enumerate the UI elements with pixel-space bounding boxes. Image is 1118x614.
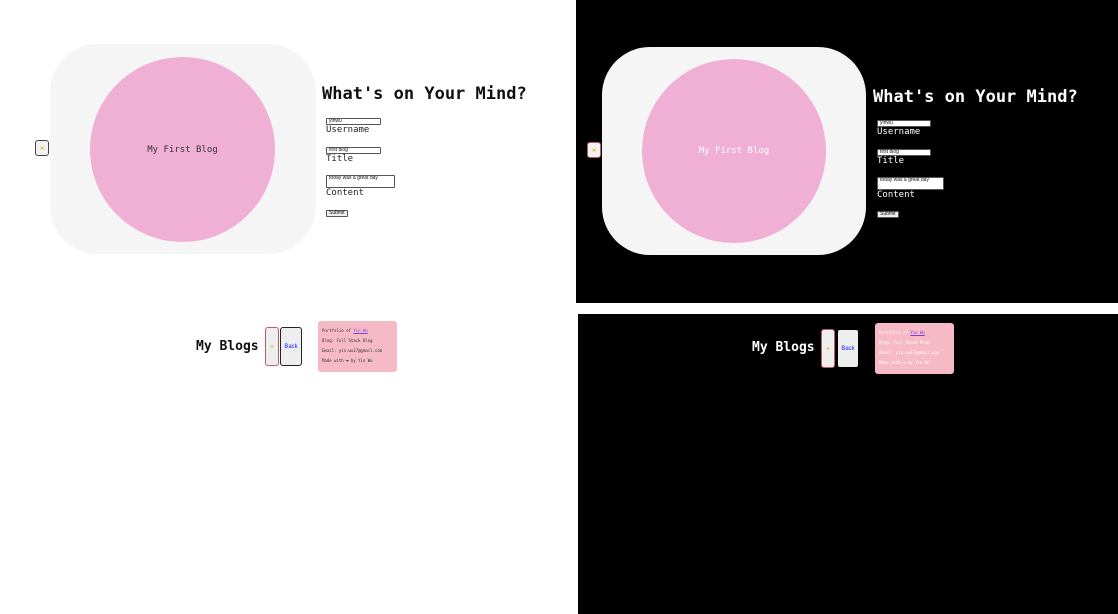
page-title: What's on Your Mind? — [873, 87, 1078, 107]
content-textarea[interactable]: today was a great day — [877, 177, 944, 190]
theme-toggle-button[interactable]: ☀ — [821, 329, 835, 368]
footer-portfolio: Portfolio of Yin Wu — [322, 326, 393, 336]
theme-toggle-button[interactable]: ☀ — [587, 142, 601, 158]
title-label: Title — [877, 156, 905, 166]
compose-panel-light: ☀ My First Blog What's on Your Mind? yih… — [0, 0, 576, 303]
sun-icon: ☀ — [269, 342, 275, 351]
blog-circle-title: My First Blog — [147, 144, 218, 155]
title-label: Title — [326, 154, 354, 164]
username-input[interactable]: yihwu — [326, 118, 381, 125]
blog-card: My First Blog — [50, 44, 316, 254]
blog-card: My First Blog — [602, 47, 866, 255]
blogs-panel-light: My Blogs ☀ Back Portfolio of Yin Wu Blog… — [0, 303, 578, 614]
theme-toggle-button[interactable]: ☀ — [35, 140, 49, 156]
username-label: Username — [326, 125, 370, 135]
title-input[interactable]: first blog — [326, 147, 381, 154]
footer-portfolio: Portfolio of Yin Wu — [879, 328, 950, 338]
footer-portfolio-prefix: Portfolio of — [879, 330, 908, 335]
footer-card: Portfolio of Yin Wu Blog: Full Stack Blo… — [875, 323, 954, 374]
compose-panel-dark: ☀ My First Blog What's on Your Mind? yih… — [576, 0, 1118, 303]
footer-blog: Blog: Full Stack Blog — [879, 340, 930, 345]
page-title: What's on Your Mind? — [322, 84, 527, 104]
content-label: Content — [877, 190, 915, 200]
blog-circle-title: My First Blog — [698, 146, 770, 156]
blog-circle[interactable]: My First Blog — [90, 57, 275, 242]
title-input[interactable]: first blog — [877, 149, 931, 156]
sun-icon: ☀ — [825, 344, 831, 353]
submit-button[interactable]: Submit — [877, 211, 899, 218]
sun-icon: ☀ — [39, 144, 45, 153]
portfolio-link[interactable]: Yin Wu — [353, 328, 367, 333]
back-button[interactable]: Back — [837, 329, 859, 368]
portfolio-link[interactable]: Yin Wu — [910, 330, 924, 335]
footer-made-with: Made with ❤ by Yin Wu — [879, 360, 930, 365]
blogs-panel-dark: My Blogs ☀ Back Portfolio of Yin Wu Blog… — [578, 314, 1118, 614]
username-input[interactable]: yihwu — [877, 120, 931, 127]
footer-made-with: Made with ❤ by Yin Wu — [322, 358, 373, 363]
content-label: Content — [326, 188, 364, 198]
footer-card: Portfolio of Yin Wu Blog: Full Stack Blo… — [318, 321, 397, 372]
blogs-title: My Blogs — [196, 339, 259, 354]
footer-portfolio-prefix: Portfolio of — [322, 328, 351, 333]
footer-email: Email: yin.wu17@gmail.com — [879, 350, 940, 355]
footer-blog: Blog: Full Stack Blog — [322, 338, 373, 343]
sun-icon: ☀ — [591, 146, 597, 155]
blogs-title: My Blogs — [752, 340, 815, 355]
submit-button[interactable]: Submit — [326, 210, 348, 217]
blog-circle[interactable]: My First Blog — [642, 59, 826, 243]
back-button[interactable]: Back — [280, 327, 302, 366]
username-label: Username — [877, 127, 921, 137]
content-textarea[interactable]: today was a great day — [326, 175, 395, 188]
theme-toggle-button[interactable]: ☀ — [265, 327, 279, 366]
footer-email: Email: yin.wu17@gmail.com — [322, 348, 383, 353]
